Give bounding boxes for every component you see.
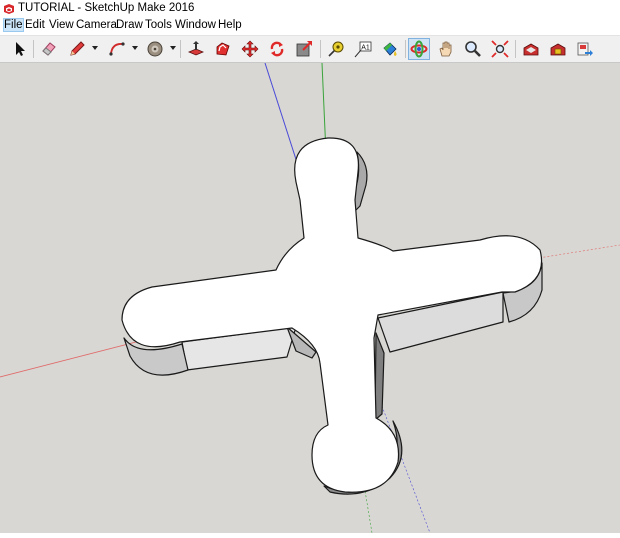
menu-window[interactable]: Window	[175, 19, 216, 31]
menu-camera[interactable]: Camera	[76, 19, 117, 31]
orbit-icon	[410, 40, 428, 58]
shapes-circle-icon	[147, 41, 163, 57]
pencil-line-icon	[70, 41, 85, 56]
push-pull-tool-button[interactable]	[185, 38, 207, 60]
viewport-canvas[interactable]	[0, 62, 620, 534]
zoom-extents-icon	[491, 40, 509, 58]
warehouse-icon	[523, 43, 539, 56]
offset-icon	[216, 42, 230, 56]
select-icon	[16, 42, 25, 56]
svg-text:A1: A1	[361, 44, 370, 51]
bottom-arm-side	[374, 332, 385, 421]
menu-view[interactable]: View	[49, 19, 74, 31]
extension-warehouse-button[interactable]	[547, 38, 569, 60]
line-tool-dropdown[interactable]	[92, 46, 98, 50]
eraser-tool-button[interactable]	[38, 38, 60, 60]
zoom-extents-tool-button[interactable]	[489, 38, 511, 60]
paint-bucket-tool-button[interactable]	[379, 38, 401, 60]
title-bar: TUTORIAL - SketchUp Make 2016	[0, 0, 620, 18]
send-to-layout-icon	[577, 42, 593, 56]
menu-edit[interactable]: Edit	[25, 19, 45, 31]
tape-measure-icon	[328, 41, 344, 57]
scale-icon	[296, 41, 312, 57]
move-icon	[241, 40, 259, 58]
window-title: TUTORIAL - SketchUp Make 2016	[18, 2, 195, 14]
menu-file[interactable]: File	[3, 18, 24, 32]
text-tool-button[interactable]: A1	[352, 38, 374, 60]
rotate-icon	[270, 41, 284, 57]
3d-warehouse-button[interactable]	[520, 38, 542, 60]
send-to-layout-button[interactable]	[574, 38, 596, 60]
pan-tool-button[interactable]	[435, 38, 457, 60]
shapes-tool-dropdown[interactable]	[170, 46, 176, 50]
arc-tool-dropdown[interactable]	[132, 46, 138, 50]
arc-tool-button[interactable]	[106, 38, 128, 60]
rotate-tool-button[interactable]	[266, 38, 288, 60]
offset-tool-button[interactable]	[212, 38, 234, 60]
menu-bar: File Edit View Camera Draw Tools Window …	[0, 18, 620, 35]
push-pull-icon	[187, 41, 205, 56]
menu-draw[interactable]: Draw	[116, 19, 143, 31]
extension-warehouse-icon	[550, 43, 566, 56]
modeling-viewport[interactable]	[0, 62, 620, 534]
eraser-icon	[42, 42, 56, 56]
zoom-tool-button[interactable]	[462, 38, 484, 60]
sketchup-logo-icon	[4, 4, 14, 14]
menu-tools[interactable]: Tools	[145, 19, 172, 31]
tape-measure-tool-button[interactable]	[325, 38, 347, 60]
orbit-tool-button[interactable]	[408, 38, 430, 60]
scale-tool-button[interactable]	[293, 38, 315, 60]
zoom-icon	[465, 41, 481, 57]
select-tool-button[interactable]	[8, 38, 30, 60]
line-tool-button[interactable]	[66, 38, 88, 60]
text-icon: A1	[354, 41, 372, 58]
cross-model[interactable]	[121, 137, 543, 495]
arc-icon	[109, 42, 125, 56]
pan-icon	[439, 41, 452, 57]
menu-help[interactable]: Help	[218, 19, 242, 31]
main-toolbar: A1	[0, 35, 620, 63]
move-tool-button[interactable]	[239, 38, 261, 60]
paint-bucket-icon	[383, 42, 397, 56]
shapes-tool-button[interactable]	[144, 38, 166, 60]
